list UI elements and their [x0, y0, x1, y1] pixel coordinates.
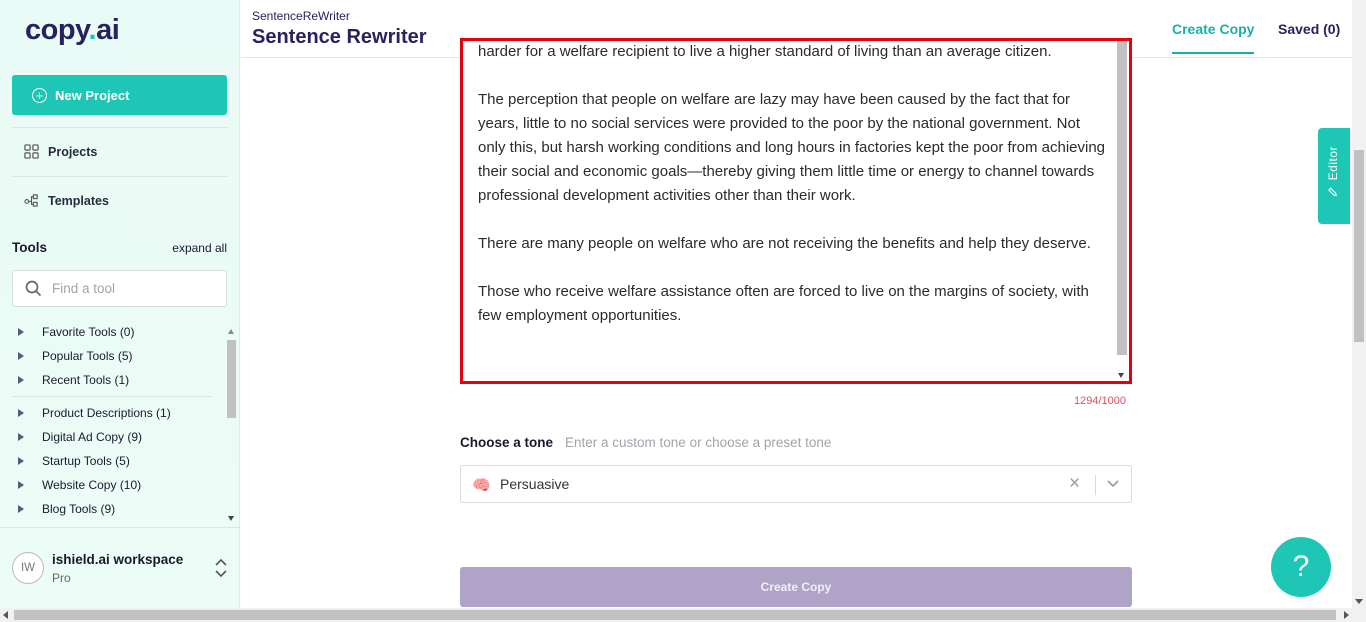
text-paragraph: harder for a welfare recipient to live a…	[478, 43, 1052, 60]
plus-circle-icon: +	[32, 87, 47, 103]
sidebar-item-projects[interactable]: Projects	[24, 144, 97, 159]
scroll-right-icon[interactable]	[1344, 611, 1349, 619]
text-paragraph: Those who receive welfare assistance oft…	[478, 283, 1089, 324]
tool-group-popular[interactable]: Popular Tools (5)	[12, 344, 225, 368]
scroll-down-icon[interactable]	[228, 516, 234, 521]
scrollbar-thumb[interactable]	[227, 340, 236, 418]
new-project-button[interactable]: + New Project	[12, 75, 227, 115]
tool-group-blog-tools[interactable]: Blog Tools (9)	[12, 497, 225, 521]
tool-group-label: Product Descriptions (1)	[42, 406, 171, 420]
tone-hint: Enter a custom tone or choose a preset t…	[565, 435, 832, 450]
editor-tab-label: Editor	[1326, 146, 1340, 197]
caret-right-icon	[18, 505, 24, 513]
copyai-logo[interactable]: copy.ai	[25, 14, 120, 47]
tool-group-label: Favorite Tools (0)	[42, 325, 135, 339]
caret-right-icon	[18, 481, 24, 489]
tool-group-label: Digital Ad Copy (9)	[42, 430, 143, 444]
avatar: IW	[12, 552, 44, 584]
tone-select[interactable]: 🧠 Persuasive ×	[460, 465, 1132, 503]
divider	[12, 127, 227, 128]
breadcrumb[interactable]: SentenceReWriter	[252, 9, 350, 23]
editor-label-text: Editor	[1326, 146, 1340, 181]
scrollbar-thumb[interactable]	[1117, 41, 1127, 355]
divider	[1095, 475, 1096, 495]
tool-group-website-copy[interactable]: Website Copy (10)	[12, 473, 225, 497]
textarea-content: harder for a welfare recipient to live a…	[478, 43, 1108, 352]
page-title: Sentence Rewriter	[252, 26, 427, 48]
character-counter: 1294/1000	[1074, 395, 1126, 407]
tool-group-digital-ad-copy[interactable]: Digital Ad Copy (9)	[12, 425, 225, 449]
search-icon	[25, 280, 42, 297]
scroll-down-icon[interactable]	[1355, 599, 1363, 604]
tools-title: Tools	[12, 240, 47, 255]
scroll-left-icon[interactable]	[3, 611, 8, 619]
tone-label: Choose a tone	[460, 435, 554, 450]
tool-group-label: Recent Tools (1)	[42, 373, 130, 387]
pencil-icon	[1328, 187, 1338, 197]
tool-list-scrollbar[interactable]	[226, 326, 237, 524]
tools-header: Tools expand all	[12, 240, 227, 255]
templates-icon	[24, 194, 38, 207]
help-button[interactable]: ?	[1271, 537, 1331, 597]
tool-group-product-descriptions[interactable]: Product Descriptions (1)	[12, 401, 225, 425]
create-copy-button[interactable]: Create Copy	[460, 567, 1132, 607]
caret-right-icon	[18, 352, 24, 360]
editor-side-tab[interactable]: Editor	[1318, 128, 1350, 224]
page-horizontal-scrollbar[interactable]	[0, 608, 1366, 622]
scroll-up-icon[interactable]	[228, 329, 234, 334]
sidebar: copy.ai + New Project Projects Templates…	[0, 0, 240, 608]
grid-icon	[24, 144, 39, 159]
tool-group-startup-tools[interactable]: Startup Tools (5)	[12, 449, 225, 473]
scrollbar-thumb[interactable]	[14, 610, 1336, 620]
scrollbar-thumb[interactable]	[1354, 150, 1364, 342]
tool-group-label: Blog Tools (9)	[42, 502, 116, 516]
clear-icon[interactable]: ×	[1069, 473, 1080, 495]
tab-create-copy[interactable]: Create Copy	[1172, 21, 1255, 54]
caret-right-icon	[18, 409, 24, 417]
tool-group-favorite[interactable]: Favorite Tools (0)	[12, 320, 225, 344]
chevron-up-down-icon[interactable]	[214, 558, 228, 578]
caret-right-icon	[18, 328, 24, 336]
caret-right-icon	[18, 376, 24, 384]
brain-icon: 🧠	[472, 477, 491, 494]
chevron-down-icon[interactable]	[1106, 479, 1120, 489]
sidebar-item-label: Projects	[48, 144, 98, 159]
workspace-plan: Pro	[52, 571, 71, 585]
tool-list: Favorite Tools (0) Popular Tools (5) Rec…	[12, 320, 225, 521]
text-paragraph: There are many people on welfare who are…	[478, 235, 1091, 252]
caret-right-icon	[18, 457, 24, 465]
tool-group-label: Startup Tools (5)	[42, 454, 130, 468]
expand-all-link[interactable]: expand all	[172, 241, 227, 255]
page-vertical-scrollbar[interactable]	[1352, 0, 1366, 608]
textarea-scrollbar[interactable]	[1116, 41, 1127, 381]
tool-group-recent[interactable]: Recent Tools (1)	[12, 368, 225, 392]
workspace-name: ishield.ai workspace	[52, 552, 184, 567]
tool-search-box	[12, 270, 227, 307]
new-project-label: New Project	[55, 87, 130, 103]
tool-group-label: Website Copy (10)	[42, 478, 142, 492]
input-textarea[interactable]: harder for a welfare recipient to live a…	[460, 38, 1132, 384]
text-paragraph: The perception that people on welfare ar…	[478, 91, 1106, 204]
scroll-down-icon[interactable]	[1118, 373, 1124, 378]
find-tool-input[interactable]	[52, 281, 212, 296]
tool-group-label: Popular Tools (5)	[42, 349, 133, 363]
caret-right-icon	[18, 433, 24, 441]
divider	[12, 176, 227, 177]
tab-saved[interactable]: Saved (0)	[1278, 21, 1340, 37]
sidebar-item-templates[interactable]: Templates	[24, 193, 109, 208]
sidebar-item-label: Templates	[48, 193, 109, 208]
workspace-switcher[interactable]: IW ishield.ai workspace Pro	[0, 527, 240, 608]
divider	[12, 396, 212, 397]
tone-value: Persuasive	[500, 476, 570, 492]
